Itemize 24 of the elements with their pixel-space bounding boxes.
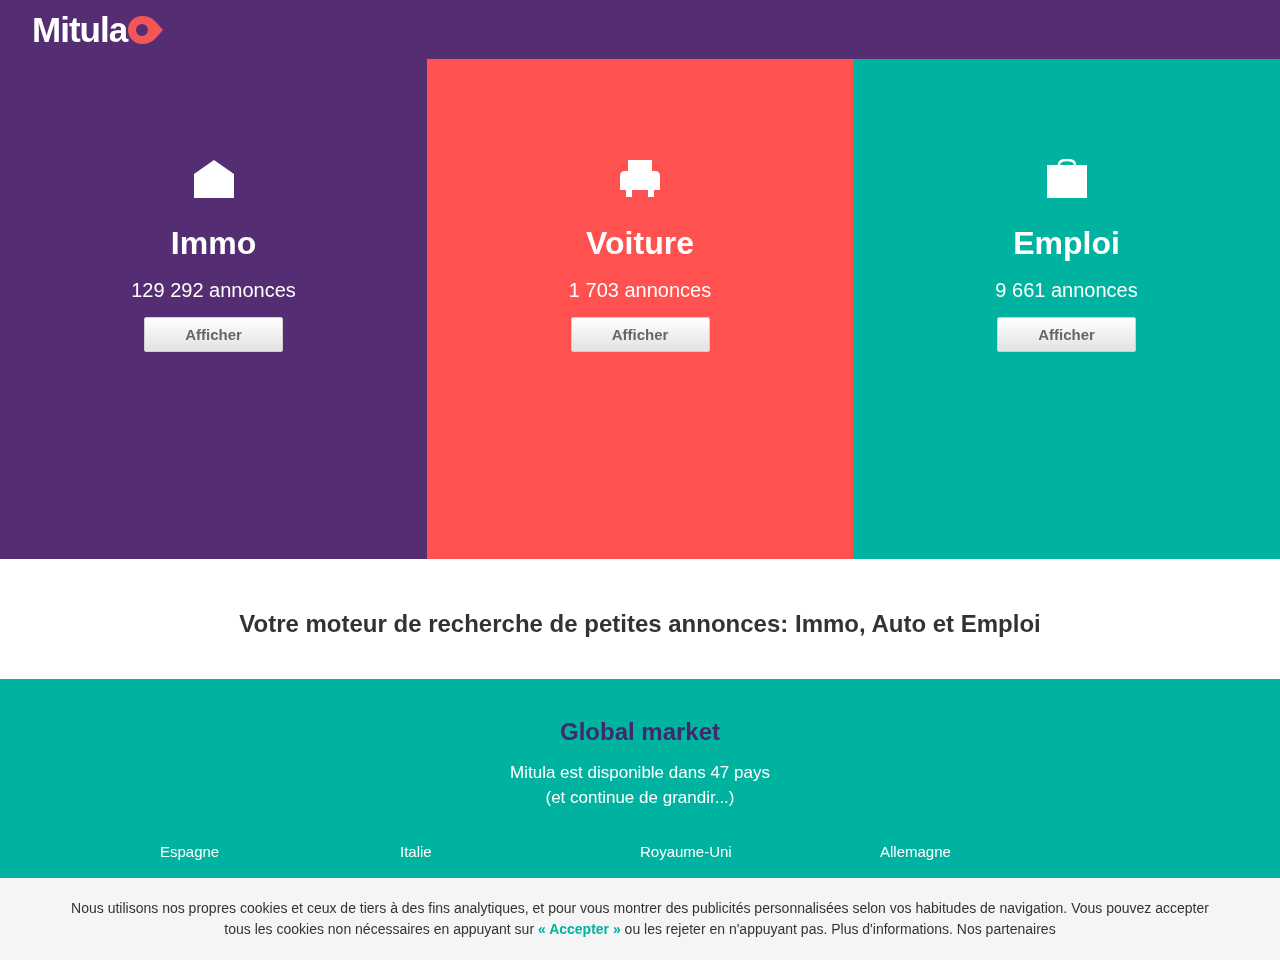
car-icon (620, 159, 660, 199)
country-link[interactable]: Royaume-Uni (640, 843, 732, 861)
listing-count: 1 703 annonces (568, 278, 712, 302)
show-button[interactable]: Afficher (997, 317, 1136, 352)
listing-count: 129 292 annonces (131, 278, 296, 302)
country-link[interactable]: Allemagne (880, 843, 951, 861)
category-title: Immo (170, 225, 257, 262)
logo-text[interactable]: Mitula (32, 12, 128, 47)
section-title: Global market (559, 718, 721, 746)
category-title: Voiture (586, 225, 694, 262)
house-icon (193, 159, 234, 199)
listing-count: 9 661 annonces (995, 278, 1138, 302)
show-button[interactable]: Afficher (144, 317, 283, 352)
country-link[interactable]: Italie (400, 843, 432, 861)
logo-mark-icon (128, 15, 164, 44)
tagline: Votre moteur de recherche de petites annonces: Immo, Auto et Emploi (239, 609, 1041, 638)
country-link[interactable]: Espagne (160, 843, 220, 861)
section-text: (et continue de grandir...) (545, 787, 735, 809)
briefcase-icon (1046, 159, 1087, 199)
show-button[interactable]: Afficher (570, 317, 710, 352)
accept-link[interactable]: « Accepter » (537, 921, 621, 937)
section-text: Mitula est disponible dans 47 pays (510, 762, 770, 784)
category-title: Emploi (1013, 225, 1120, 262)
cookie-notice: Nous utilisons nos propres cookies et ceux de tiers à des fins analytiques, et pour vous montrer des publicités personnalisées selon vos habitudes de navigation. Vous pouvez accepter tous les cookies non nécessaires en appuyant sur « Accepter » ou les rejeter en n'appuyant pas. Plus d'informations. Nos partenaires (70, 899, 1210, 939)
